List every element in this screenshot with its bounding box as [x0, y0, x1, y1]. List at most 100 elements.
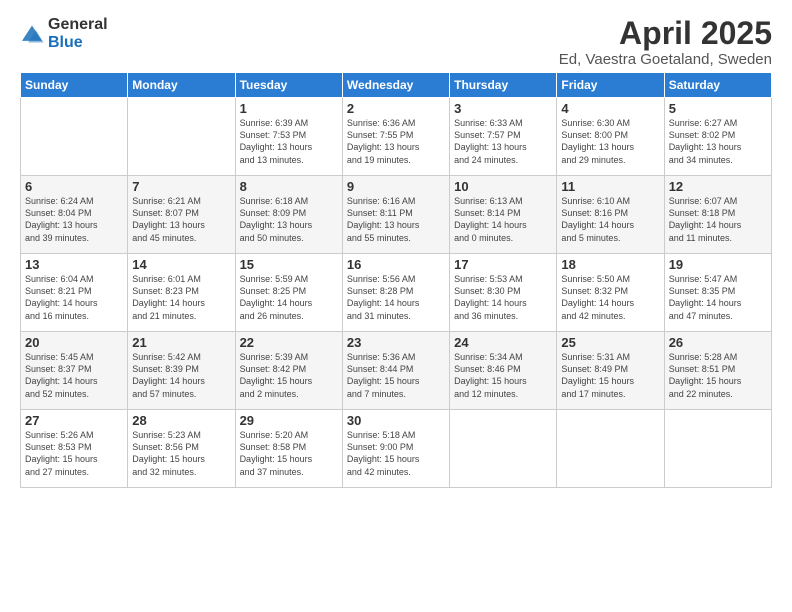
day-info: Sunrise: 5:56 AM Sunset: 8:28 PM Dayligh…	[347, 273, 445, 322]
calendar-cell: 25Sunrise: 5:31 AM Sunset: 8:49 PM Dayli…	[557, 332, 664, 410]
day-info: Sunrise: 6:27 AM Sunset: 8:02 PM Dayligh…	[669, 117, 767, 166]
day-info: Sunrise: 5:45 AM Sunset: 8:37 PM Dayligh…	[25, 351, 123, 400]
calendar-cell: 18Sunrise: 5:50 AM Sunset: 8:32 PM Dayli…	[557, 254, 664, 332]
day-number: 23	[347, 335, 445, 350]
logo-blue: Blue	[48, 34, 83, 51]
calendar-cell: 5Sunrise: 6:27 AM Sunset: 8:02 PM Daylig…	[664, 98, 771, 176]
calendar-subtitle: Ed, Vaestra Goetaland, Sweden	[559, 51, 772, 68]
day-number: 22	[240, 335, 338, 350]
day-number: 14	[132, 257, 230, 272]
week-row-5: 27Sunrise: 5:26 AM Sunset: 8:53 PM Dayli…	[21, 410, 772, 488]
logo: General Blue	[20, 16, 108, 52]
logo-icon	[20, 24, 44, 44]
calendar-cell	[128, 98, 235, 176]
day-number: 6	[25, 179, 123, 194]
calendar-cell: 17Sunrise: 5:53 AM Sunset: 8:30 PM Dayli…	[450, 254, 557, 332]
week-row-2: 6Sunrise: 6:24 AM Sunset: 8:04 PM Daylig…	[21, 176, 772, 254]
calendar-cell: 12Sunrise: 6:07 AM Sunset: 8:18 PM Dayli…	[664, 176, 771, 254]
calendar-cell: 24Sunrise: 5:34 AM Sunset: 8:46 PM Dayli…	[450, 332, 557, 410]
calendar-cell: 22Sunrise: 5:39 AM Sunset: 8:42 PM Dayli…	[235, 332, 342, 410]
day-number: 5	[669, 101, 767, 116]
day-number: 30	[347, 413, 445, 428]
calendar-cell: 6Sunrise: 6:24 AM Sunset: 8:04 PM Daylig…	[21, 176, 128, 254]
calendar-cell: 27Sunrise: 5:26 AM Sunset: 8:53 PM Dayli…	[21, 410, 128, 488]
header: General Blue April 2025 Ed, Vaestra Goet…	[20, 16, 772, 68]
day-number: 26	[669, 335, 767, 350]
day-number: 29	[240, 413, 338, 428]
title-block: April 2025 Ed, Vaestra Goetaland, Sweden	[559, 16, 772, 68]
calendar-cell: 19Sunrise: 5:47 AM Sunset: 8:35 PM Dayli…	[664, 254, 771, 332]
day-info: Sunrise: 5:36 AM Sunset: 8:44 PM Dayligh…	[347, 351, 445, 400]
day-number: 13	[25, 257, 123, 272]
calendar-cell: 13Sunrise: 6:04 AM Sunset: 8:21 PM Dayli…	[21, 254, 128, 332]
calendar-cell: 21Sunrise: 5:42 AM Sunset: 8:39 PM Dayli…	[128, 332, 235, 410]
calendar-cell: 7Sunrise: 6:21 AM Sunset: 8:07 PM Daylig…	[128, 176, 235, 254]
calendar-page: General Blue April 2025 Ed, Vaestra Goet…	[0, 0, 792, 612]
weekday-header-sunday: Sunday	[21, 73, 128, 98]
weekday-header-friday: Friday	[557, 73, 664, 98]
weekday-header-wednesday: Wednesday	[342, 73, 449, 98]
day-info: Sunrise: 6:13 AM Sunset: 8:14 PM Dayligh…	[454, 195, 552, 244]
week-row-3: 13Sunrise: 6:04 AM Sunset: 8:21 PM Dayli…	[21, 254, 772, 332]
calendar-cell: 15Sunrise: 5:59 AM Sunset: 8:25 PM Dayli…	[235, 254, 342, 332]
day-info: Sunrise: 6:30 AM Sunset: 8:00 PM Dayligh…	[561, 117, 659, 166]
weekday-header-monday: Monday	[128, 73, 235, 98]
day-number: 16	[347, 257, 445, 272]
calendar-cell: 16Sunrise: 5:56 AM Sunset: 8:28 PM Dayli…	[342, 254, 449, 332]
day-info: Sunrise: 5:31 AM Sunset: 8:49 PM Dayligh…	[561, 351, 659, 400]
day-info: Sunrise: 5:34 AM Sunset: 8:46 PM Dayligh…	[454, 351, 552, 400]
logo-general: General	[48, 16, 108, 33]
calendar-cell	[664, 410, 771, 488]
day-number: 25	[561, 335, 659, 350]
day-number: 3	[454, 101, 552, 116]
calendar-title: April 2025	[559, 16, 772, 51]
calendar-cell: 20Sunrise: 5:45 AM Sunset: 8:37 PM Dayli…	[21, 332, 128, 410]
day-info: Sunrise: 5:39 AM Sunset: 8:42 PM Dayligh…	[240, 351, 338, 400]
day-number: 7	[132, 179, 230, 194]
day-info: Sunrise: 5:53 AM Sunset: 8:30 PM Dayligh…	[454, 273, 552, 322]
day-number: 4	[561, 101, 659, 116]
calendar-cell: 1Sunrise: 6:39 AM Sunset: 7:53 PM Daylig…	[235, 98, 342, 176]
day-info: Sunrise: 6:24 AM Sunset: 8:04 PM Dayligh…	[25, 195, 123, 244]
day-info: Sunrise: 5:50 AM Sunset: 8:32 PM Dayligh…	[561, 273, 659, 322]
calendar-cell: 26Sunrise: 5:28 AM Sunset: 8:51 PM Dayli…	[664, 332, 771, 410]
day-number: 17	[454, 257, 552, 272]
day-number: 9	[347, 179, 445, 194]
calendar-cell: 3Sunrise: 6:33 AM Sunset: 7:57 PM Daylig…	[450, 98, 557, 176]
weekday-header-thursday: Thursday	[450, 73, 557, 98]
calendar-cell: 4Sunrise: 6:30 AM Sunset: 8:00 PM Daylig…	[557, 98, 664, 176]
day-info: Sunrise: 6:16 AM Sunset: 8:11 PM Dayligh…	[347, 195, 445, 244]
day-info: Sunrise: 6:21 AM Sunset: 8:07 PM Dayligh…	[132, 195, 230, 244]
day-info: Sunrise: 6:39 AM Sunset: 7:53 PM Dayligh…	[240, 117, 338, 166]
day-info: Sunrise: 6:33 AM Sunset: 7:57 PM Dayligh…	[454, 117, 552, 166]
calendar-cell	[450, 410, 557, 488]
day-info: Sunrise: 5:28 AM Sunset: 8:51 PM Dayligh…	[669, 351, 767, 400]
day-info: Sunrise: 6:10 AM Sunset: 8:16 PM Dayligh…	[561, 195, 659, 244]
day-number: 20	[25, 335, 123, 350]
day-info: Sunrise: 6:07 AM Sunset: 8:18 PM Dayligh…	[669, 195, 767, 244]
day-info: Sunrise: 5:47 AM Sunset: 8:35 PM Dayligh…	[669, 273, 767, 322]
day-number: 21	[132, 335, 230, 350]
calendar-cell: 30Sunrise: 5:18 AM Sunset: 9:00 PM Dayli…	[342, 410, 449, 488]
calendar-cell: 10Sunrise: 6:13 AM Sunset: 8:14 PM Dayli…	[450, 176, 557, 254]
day-info: Sunrise: 5:42 AM Sunset: 8:39 PM Dayligh…	[132, 351, 230, 400]
day-info: Sunrise: 5:23 AM Sunset: 8:56 PM Dayligh…	[132, 429, 230, 478]
logo-text: General Blue	[48, 16, 108, 52]
calendar-cell: 28Sunrise: 5:23 AM Sunset: 8:56 PM Dayli…	[128, 410, 235, 488]
calendar-cell: 23Sunrise: 5:36 AM Sunset: 8:44 PM Dayli…	[342, 332, 449, 410]
day-number: 15	[240, 257, 338, 272]
day-info: Sunrise: 5:20 AM Sunset: 8:58 PM Dayligh…	[240, 429, 338, 478]
calendar-table: SundayMondayTuesdayWednesdayThursdayFrid…	[20, 72, 772, 488]
weekday-header-tuesday: Tuesday	[235, 73, 342, 98]
day-number: 24	[454, 335, 552, 350]
day-info: Sunrise: 6:04 AM Sunset: 8:21 PM Dayligh…	[25, 273, 123, 322]
calendar-cell: 9Sunrise: 6:16 AM Sunset: 8:11 PM Daylig…	[342, 176, 449, 254]
calendar-cell: 11Sunrise: 6:10 AM Sunset: 8:16 PM Dayli…	[557, 176, 664, 254]
calendar-cell	[557, 410, 664, 488]
calendar-cell: 2Sunrise: 6:36 AM Sunset: 7:55 PM Daylig…	[342, 98, 449, 176]
calendar-cell: 29Sunrise: 5:20 AM Sunset: 8:58 PM Dayli…	[235, 410, 342, 488]
week-row-4: 20Sunrise: 5:45 AM Sunset: 8:37 PM Dayli…	[21, 332, 772, 410]
calendar-cell: 8Sunrise: 6:18 AM Sunset: 8:09 PM Daylig…	[235, 176, 342, 254]
day-number: 19	[669, 257, 767, 272]
weekday-header-saturday: Saturday	[664, 73, 771, 98]
